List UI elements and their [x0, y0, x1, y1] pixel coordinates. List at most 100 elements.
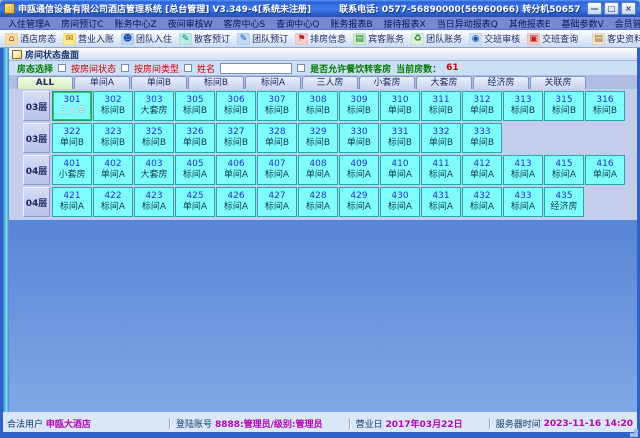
room-cell-313[interactable]: 313标间B: [503, 91, 543, 121]
room-cell-315[interactable]: 315标间B: [544, 91, 584, 121]
room-cell-401[interactable]: 401小套房: [52, 155, 92, 185]
by-type-checkbox[interactable]: [121, 64, 129, 72]
room-cell-312[interactable]: 312单间B: [462, 91, 502, 121]
room-cell-307[interactable]: 307标间B: [257, 91, 297, 121]
room-cell-330[interactable]: 330单间B: [339, 123, 379, 153]
交班审核-button[interactable]: ◉交班审核: [469, 32, 520, 45]
room-cell-426[interactable]: 426标间A: [216, 187, 256, 217]
allow-dining-checkbox[interactable]: [297, 64, 305, 72]
room-type-tab-单间A[interactable]: 单间A: [74, 76, 130, 89]
room-cell-411[interactable]: 411标间A: [421, 155, 461, 185]
menu-item[interactable]: 夜间审核W: [168, 17, 213, 30]
minimize-button[interactable]: —: [587, 2, 602, 15]
团队账务-button[interactable]: ♻团队账务: [411, 32, 462, 45]
room-cell-332[interactable]: 332单间B: [421, 123, 461, 153]
menu-item[interactable]: 会员管理E: [615, 17, 640, 30]
room-cell-432[interactable]: 432标间A: [462, 187, 502, 217]
room-cell-303[interactable]: 303大套房: [134, 91, 174, 121]
room-type-tab-三人房[interactable]: 三人房: [302, 76, 358, 89]
room-cell-311[interactable]: 311标间B: [421, 91, 461, 121]
menu-item[interactable]: 客房中心S: [224, 17, 266, 30]
room-cell-309[interactable]: 309标间B: [339, 91, 379, 121]
客史资料-button[interactable]: ▤客史资料: [592, 32, 640, 45]
menu-item[interactable]: 账务报表B: [330, 17, 372, 30]
room-cell-430[interactable]: 430标间A: [380, 187, 420, 217]
room-type-tab-标间B[interactable]: 标间B: [188, 76, 244, 89]
room-cell-413[interactable]: 413标间A: [503, 155, 543, 185]
maximize-button[interactable]: □: [604, 2, 619, 15]
room-cell-429[interactable]: 429标间A: [339, 187, 379, 217]
room-cell-428[interactable]: 428标间A: [298, 187, 338, 217]
room-cell-325[interactable]: 325标间B: [134, 123, 174, 153]
团队入住-button[interactable]: ☻团队入住: [121, 32, 172, 45]
room-cell-331[interactable]: 331标间B: [380, 123, 420, 153]
room-cell-301[interactable]: 301三人房: [52, 91, 92, 121]
room-type-tab-大套房[interactable]: 大套房: [416, 76, 472, 89]
name-checkbox[interactable]: [184, 64, 192, 72]
room-cell-421[interactable]: 421标间A: [52, 187, 92, 217]
room-cell-326[interactable]: 326单间B: [175, 123, 215, 153]
room-number: 329: [309, 127, 326, 138]
room-cell-423[interactable]: 423标间A: [134, 187, 174, 217]
room-cell-433[interactable]: 433标间A: [503, 187, 543, 217]
营业入账-button[interactable]: ✉营业入账: [63, 32, 114, 45]
resize-grip[interactable]: [634, 433, 638, 437]
menu-item[interactable]: 其他报表E: [509, 17, 551, 30]
room-type-tab-标间A[interactable]: 标间A: [245, 76, 301, 89]
menu-item[interactable]: 入住管理A: [8, 17, 50, 30]
menu-item[interactable]: 当日异动报表Q: [437, 17, 498, 30]
room-cell-412[interactable]: 412单间A: [462, 155, 502, 185]
by-status-checkbox[interactable]: [58, 64, 66, 72]
room-cell-407[interactable]: 407标间A: [257, 155, 297, 185]
room-cell-409[interactable]: 409标间A: [339, 155, 379, 185]
room-type-tab-ALL[interactable]: ALL: [17, 76, 73, 89]
room-cell-323[interactable]: 323标间B: [93, 123, 133, 153]
room-cell-322[interactable]: 322单间B: [52, 123, 92, 153]
menu-item[interactable]: 基础参数V: [562, 17, 604, 30]
宾客账务-button[interactable]: ▤宾客账务: [353, 32, 404, 45]
酒店房态-button[interactable]: ⌂酒店房态: [5, 32, 56, 45]
guest-name-input[interactable]: [220, 63, 292, 74]
room-type-tab-小套房[interactable]: 小套房: [359, 76, 415, 89]
散客预订-button[interactable]: ✎散客预订: [179, 32, 230, 45]
toolbar-button-label: 排房信息: [310, 32, 346, 45]
room-cell-402[interactable]: 402单间A: [93, 155, 133, 185]
room-cell-333[interactable]: 333单间B: [462, 123, 502, 153]
menu-item[interactable]: 房间预订C: [61, 17, 103, 30]
交班查询-button[interactable]: ▣交班查询: [527, 32, 578, 45]
room-cell-308[interactable]: 308标间B: [298, 91, 338, 121]
room-cell-305[interactable]: 305标间B: [175, 91, 215, 121]
room-cell-310[interactable]: 310单间B: [380, 91, 420, 121]
room-board-tab[interactable]: 房间状态盘面: [9, 48, 637, 61]
room-cell-306[interactable]: 306标间B: [216, 91, 256, 121]
close-button[interactable]: ×: [621, 2, 636, 15]
room-type-tabs: ALL单间A单间B标间B标间A三人房小套房大套房经济房关联房: [9, 75, 637, 89]
room-cell-327[interactable]: 327标间B: [216, 123, 256, 153]
room-cell-427[interactable]: 427标间A: [257, 187, 297, 217]
room-cell-422[interactable]: 422标间A: [93, 187, 133, 217]
room-type-tab-单间B[interactable]: 单间B: [131, 76, 187, 89]
room-cell-408[interactable]: 408单间A: [298, 155, 338, 185]
room-type-tab-经济房[interactable]: 经济房: [473, 76, 529, 89]
room-cell-415[interactable]: 415标间A: [544, 155, 584, 185]
room-cell-416[interactable]: 416单间A: [585, 155, 625, 185]
room-cell-329[interactable]: 329标间B: [298, 123, 338, 153]
room-cell-410[interactable]: 410单间A: [380, 155, 420, 185]
room-type-tab-关联房[interactable]: 关联房: [530, 76, 586, 89]
团队预订-button[interactable]: ✎团队预订: [237, 32, 288, 45]
排房信息-button[interactable]: ⚑排房信息: [295, 32, 346, 45]
room-cell-405[interactable]: 405标间A: [175, 155, 215, 185]
room-cell-406[interactable]: 406单间A: [216, 155, 256, 185]
menu-item[interactable]: 查询中心Q: [276, 17, 319, 30]
room-cell-431[interactable]: 431标间A: [421, 187, 461, 217]
menu-item[interactable]: 接待报表X: [384, 17, 426, 30]
room-cell-435[interactable]: 435经济房: [544, 187, 584, 217]
room-cell-425[interactable]: 425单间A: [175, 187, 215, 217]
room-number: 331: [391, 127, 408, 138]
room-cell-403[interactable]: 403大套房: [134, 155, 174, 185]
room-cell-328[interactable]: 328单间B: [257, 123, 297, 153]
room-cell-302[interactable]: 302标间B: [93, 91, 133, 121]
room-number: 421: [63, 191, 80, 202]
menu-item[interactable]: 账务中心Z: [114, 17, 156, 30]
room-cell-316[interactable]: 316标间B: [585, 91, 625, 121]
